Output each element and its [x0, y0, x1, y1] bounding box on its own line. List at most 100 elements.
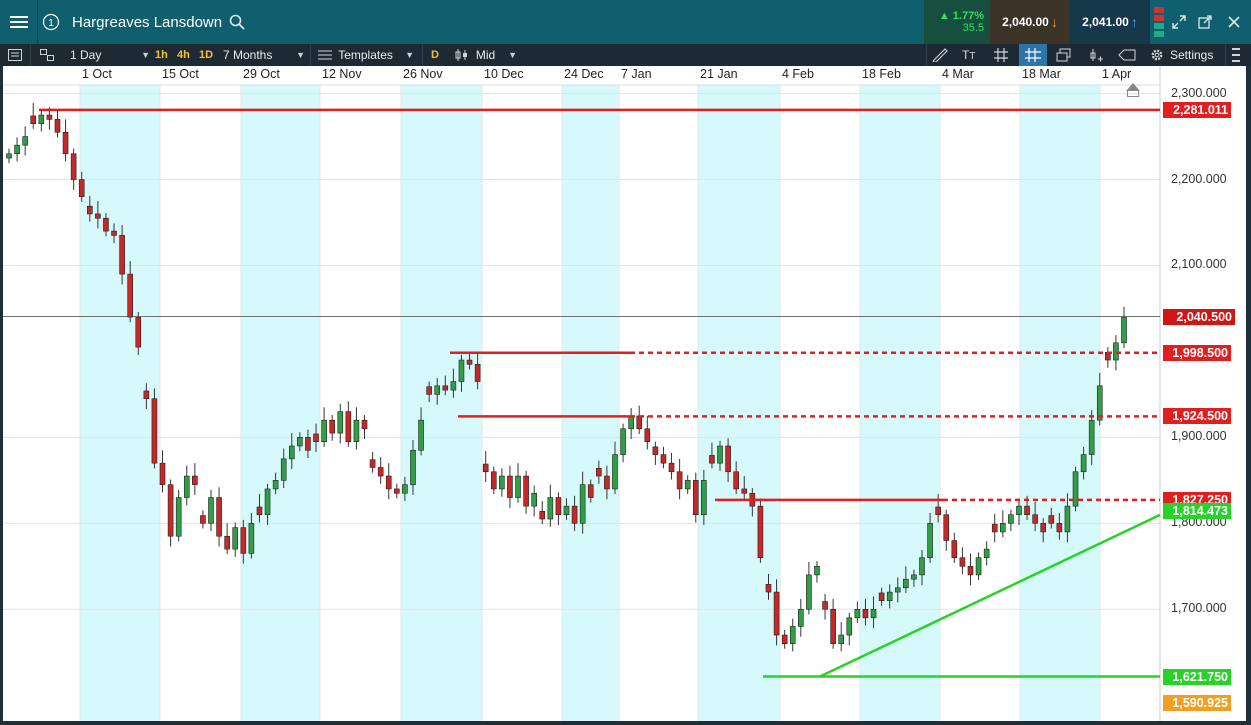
- bull-candle: [499, 475, 505, 490]
- bull-candle: [1064, 505, 1071, 533]
- bull-candle: [22, 136, 28, 146]
- bear-candle: [668, 462, 675, 473]
- snap-button-active[interactable]: [1019, 44, 1047, 66]
- draw-line-button[interactable]: [932, 44, 948, 66]
- shaded-band: [401, 85, 482, 721]
- crosshair-button[interactable]: [994, 44, 1008, 66]
- settings-label: Settings: [1170, 48, 1214, 62]
- candle-plus-icon: [1090, 49, 1103, 62]
- scroll-top-arrow-base: [1127, 91, 1139, 97]
- current-price-box[interactable]: 2,040.500: [1163, 308, 1235, 325]
- bull-candle: [620, 428, 626, 455]
- buy-price-button[interactable]: 2,041.00 ↑: [1070, 0, 1150, 44]
- interval-select[interactable]: 1 Day ▼: [70, 44, 150, 66]
- interval-value: 1 Day: [70, 48, 102, 62]
- toolbar-more-button[interactable]: [1232, 44, 1240, 66]
- menu-button[interactable]: [0, 0, 38, 44]
- bear-candle: [951, 540, 958, 559]
- bull-candle: [248, 523, 255, 554]
- bear-candle: [555, 497, 562, 516]
- x-tick-label: 26 Nov: [403, 67, 443, 81]
- bear-candle: [773, 591, 780, 636]
- bear-candle: [369, 459, 376, 468]
- bear-candle: [692, 480, 699, 516]
- bull-candle: [14, 144, 20, 155]
- scroll-top-arrow-icon[interactable]: [1126, 83, 1140, 91]
- bear-candle: [507, 475, 513, 498]
- bull-candle: [903, 578, 909, 589]
- bear-candle: [70, 153, 77, 180]
- bear-candle: [725, 445, 731, 473]
- bear-candle: [539, 510, 546, 520]
- bear-candle: [1056, 523, 1063, 533]
- bull-candle: [919, 557, 925, 576]
- low-level-label[interactable]: 1,590.925: [1163, 695, 1231, 712]
- interval-1d[interactable]: 1D: [199, 44, 213, 66]
- indicator-button[interactable]: [1088, 44, 1104, 66]
- bull-candle: [321, 419, 327, 442]
- bear-candle: [377, 467, 384, 477]
- bull-candle: [208, 497, 214, 524]
- bear-candle: [1048, 515, 1055, 524]
- bear-candle: [1032, 514, 1038, 524]
- depth-button[interactable]: [1150, 0, 1168, 44]
- change-pts: 35.5: [962, 22, 984, 34]
- resistance-level-label[interactable]: 1,924.500: [1163, 408, 1231, 425]
- bull-candle: [458, 359, 465, 382]
- templates-select[interactable]: Templates ▼: [318, 44, 414, 66]
- sell-price-button[interactable]: 2,040.00 ↓: [990, 0, 1070, 44]
- shaded-band: [1020, 85, 1100, 721]
- bear-candle: [604, 475, 610, 490]
- close-button[interactable]: [1222, 0, 1246, 44]
- bull-candle: [814, 565, 820, 576]
- bear-candle: [822, 601, 828, 610]
- bear-candle: [224, 535, 230, 550]
- bear-candle: [119, 235, 125, 275]
- shaded-band: [241, 85, 320, 721]
- shaded-band: [698, 85, 780, 721]
- price-type-label: Mid: [475, 48, 496, 62]
- bull-candle: [264, 488, 271, 516]
- chevron-down-icon: ▼: [296, 50, 305, 60]
- popout-button[interactable]: [1194, 0, 1216, 44]
- bull-candle: [846, 617, 853, 636]
- text-tool-button[interactable]: TT: [962, 44, 975, 66]
- grid-layout-button[interactable]: [40, 44, 54, 66]
- layers-button[interactable]: [1056, 44, 1072, 66]
- bull-candle: [434, 385, 441, 395]
- instrument-title[interactable]: Hargreaves Lansdown: [72, 14, 222, 31]
- label-button[interactable]: [1118, 44, 1136, 66]
- layout-button[interactable]: [8, 44, 22, 66]
- bear-candle: [200, 515, 206, 524]
- bear-candle: [757, 505, 764, 559]
- x-tick-label: 24 Dec: [564, 67, 604, 81]
- range-select[interactable]: 7 Months ▼: [223, 44, 305, 66]
- settings-button[interactable]: Settings: [1150, 44, 1213, 66]
- bull-candle: [297, 437, 303, 447]
- interval-4h[interactable]: 4h: [177, 44, 190, 66]
- bear-candle: [426, 386, 432, 395]
- y-tick-label: 2,200.000: [1171, 171, 1227, 186]
- support-level-label[interactable]: 1,814.473: [1163, 502, 1231, 519]
- price-type-select[interactable]: Mid ▼: [455, 44, 517, 66]
- link-group-button[interactable]: 1: [38, 0, 64, 44]
- d-badge[interactable]: D: [431, 44, 439, 66]
- price-chart[interactable]: [3, 66, 1246, 721]
- bear-candle: [86, 205, 93, 215]
- y-tick-label: 2,300.000: [1171, 85, 1227, 100]
- bear-candle: [482, 463, 489, 473]
- bear-candle: [78, 179, 85, 198]
- resistance-level-label[interactable]: 1,998.500: [1163, 344, 1231, 361]
- support-level-label[interactable]: 1,621.750: [1163, 668, 1231, 685]
- bear-candle: [490, 471, 497, 490]
- resistance-level-label[interactable]: 2,281.011: [1163, 101, 1231, 118]
- resize-button[interactable]: [1168, 0, 1190, 44]
- bear-candle: [676, 471, 683, 490]
- chart-area[interactable]: 2,300.000 2,200.000 2,100.000 1,900.000 1,80…: [3, 66, 1246, 721]
- bear-candle: [135, 316, 142, 348]
- y-tick-label: 2,100.000: [1171, 257, 1227, 272]
- interval-1h[interactable]: 1h: [155, 44, 168, 66]
- bear-candle: [878, 592, 885, 601]
- search-button[interactable]: [225, 0, 249, 44]
- bear-candle: [192, 475, 198, 485]
